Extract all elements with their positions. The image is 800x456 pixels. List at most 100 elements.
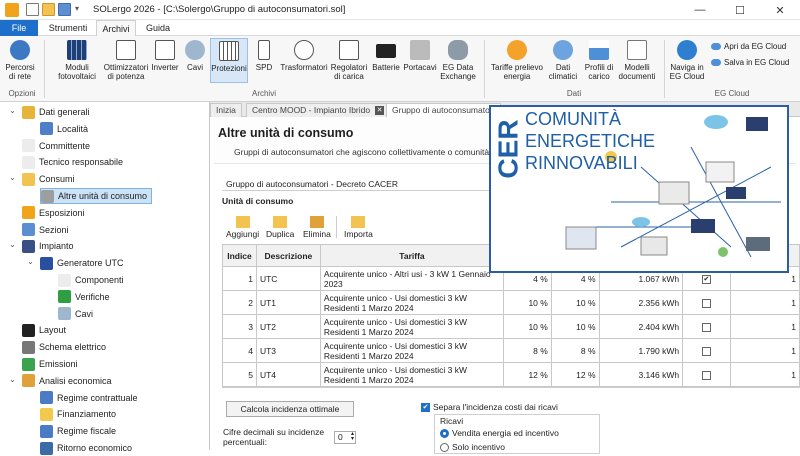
cell-i[interactable]: 2	[222, 290, 257, 315]
duplica-button[interactable]: Duplica	[266, 216, 294, 239]
cavi-button[interactable]: Cavi	[182, 40, 208, 72]
save-icon[interactable]	[58, 3, 71, 16]
tree-item-verifiche[interactable]: Verifiche	[58, 289, 110, 305]
cell-q[interactable]: 1	[729, 290, 800, 315]
batterie-button[interactable]: Batterie	[370, 40, 402, 72]
dati-climatici-button[interactable]: Dati climatici	[546, 40, 580, 81]
cell-i[interactable]: 5	[222, 362, 257, 387]
tree-item-layout[interactable]: Layout	[22, 322, 66, 338]
trasformatori-button[interactable]: Trasformatori	[278, 40, 330, 72]
radio-vendita[interactable]: Vendita energia ed incentivo	[440, 428, 559, 438]
cell-p2[interactable]: 8 %	[550, 338, 600, 363]
separa-checkbox[interactable]: ✔	[421, 402, 430, 412]
cell-t[interactable]: Acquirente unico - Usi domestici 3 kW Re…	[319, 362, 505, 387]
row-checkbox[interactable]	[701, 370, 711, 380]
protezioni-button[interactable]: Protezioni	[210, 38, 248, 83]
cell-chk[interactable]	[682, 362, 731, 387]
tab-guida[interactable]: Guida	[140, 20, 176, 36]
cell-t[interactable]: Acquirente unico - Usi domestici 3 kW Re…	[319, 338, 505, 363]
doc-tab-gruppo[interactable]: Gruppo di autoconsumatori	[386, 103, 501, 117]
cell-kwh[interactable]: 2.356 kWh	[598, 290, 684, 315]
tree-item-regime-contrattuale[interactable]: Regime contrattuale	[40, 390, 138, 406]
inverter-button[interactable]: Inverter	[150, 40, 180, 72]
tab-archivi[interactable]: Archivi	[96, 20, 136, 36]
cell-p2[interactable]: 12 %	[550, 362, 600, 387]
moduli-fotovoltaici-button[interactable]: Moduli fotovoltaici	[54, 40, 100, 81]
cell-t[interactable]: Acquirente unico - Altri usi - 3 kW 1 Ge…	[319, 266, 505, 291]
ottimizzatori-button[interactable]: Ottimizzatori di potenza	[102, 40, 150, 81]
table-row[interactable]: 4 UT3 Acquirente unico - Usi domestici 3 k…	[222, 338, 800, 363]
table-row[interactable]: 2 UT1 Acquirente unico - Usi domestici 3 k…	[222, 290, 800, 315]
open-folder-icon[interactable]	[42, 3, 55, 16]
tree-item-generatore[interactable]: Generatore UTC	[40, 255, 124, 271]
cell-p2[interactable]: 10 %	[550, 314, 600, 339]
tree-item-sezioni[interactable]: Sezioni	[22, 222, 69, 238]
quick-access-dropdown-icon[interactable]: ▾	[75, 4, 79, 13]
expand-icon[interactable]: ⌄	[8, 375, 17, 385]
cell-i[interactable]: 4	[222, 338, 257, 363]
expand-icon[interactable]: ⌄	[8, 241, 17, 250]
spd-button[interactable]: SPD	[252, 40, 276, 72]
cell-p1[interactable]: 10 %	[503, 290, 552, 315]
tree-item-analisi[interactable]: Analisi economica	[22, 373, 112, 389]
cell-q[interactable]: 1	[729, 314, 800, 339]
row-checkbox[interactable]	[701, 322, 711, 332]
tree-item-emissioni[interactable]: Emissioni	[22, 356, 78, 372]
cell-d[interactable]: UTC	[255, 266, 321, 291]
tree-item-cavi[interactable]: Cavi	[58, 306, 93, 322]
elimina-button[interactable]: Elimina	[303, 216, 331, 239]
tariffe-button[interactable]: Tariffe prelievo energia	[488, 40, 546, 81]
regolatori-button[interactable]: Regolatori di carica	[330, 40, 368, 81]
calcola-incidenza-button[interactable]: Calcola incidenza ottimale	[226, 401, 354, 417]
tree-item-altre-unita[interactable]: Altre unità di consumo	[40, 188, 153, 204]
cell-d[interactable]: UT4	[255, 362, 321, 387]
tree-item-schema[interactable]: Schema elettrico	[22, 339, 106, 355]
tree-item-impianto[interactable]: Impianto	[22, 238, 74, 254]
aggiungi-button[interactable]: Aggiungi	[226, 216, 259, 239]
tree-item-dati-generali[interactable]: Dati generali	[22, 104, 90, 120]
separa-checkbox-row[interactable]: ✔ Separa l'incidenza costi dai ricavi	[421, 402, 558, 412]
cell-i[interactable]: 1	[222, 266, 257, 291]
tree-item-localita[interactable]: Località	[40, 121, 88, 137]
cell-p1[interactable]: 10 %	[503, 314, 552, 339]
tab-file[interactable]: File	[0, 20, 38, 36]
cell-i[interactable]: 3	[222, 314, 257, 339]
radio-incentivo[interactable]: Solo incentivo	[440, 442, 505, 452]
portacavi-button[interactable]: Portacavi	[402, 40, 438, 72]
table-row[interactable]: 3 UT2 Acquirente unico - Usi domestici 3 k…	[222, 314, 800, 339]
cell-kwh[interactable]: 3.146 kWh	[598, 362, 684, 387]
decimals-stepper[interactable]: 0 ▴ ▾	[334, 431, 356, 444]
cell-q[interactable]: 1	[729, 362, 800, 387]
cell-t[interactable]: Acquirente unico - Usi domestici 3 kW Re…	[319, 314, 505, 339]
column-header-indice[interactable]: Indice	[222, 244, 257, 267]
tree-item-componenti[interactable]: Componenti	[58, 272, 124, 288]
cell-d[interactable]: UT1	[255, 290, 321, 315]
importa-button[interactable]: Importa	[344, 216, 373, 239]
profili-button[interactable]: Profili di carico	[580, 40, 618, 81]
row-checkbox[interactable]: ✔	[701, 274, 711, 284]
close-icon[interactable]: ✕	[375, 106, 385, 115]
modelli-button[interactable]: Modelli documenti	[618, 40, 656, 81]
cell-d[interactable]: UT2	[255, 314, 321, 339]
salva-eg-cloud-button[interactable]: Salva in EG Cloud	[711, 58, 789, 67]
tree-item-consumi[interactable]: Consumi	[22, 171, 75, 187]
tree-item-tecnico[interactable]: Tecnico responsabile	[22, 154, 123, 170]
tree-item-committente[interactable]: Committente	[22, 138, 90, 154]
apri-eg-cloud-button[interactable]: Apri da EG Cloud	[711, 42, 786, 51]
doc-tab-centro-mood[interactable]: Centro MOOD - Impianto Ibrido ✕	[246, 103, 388, 117]
new-file-icon[interactable]	[26, 3, 39, 16]
tree-item-regime-fiscale[interactable]: Regime fiscale	[40, 423, 116, 439]
cell-chk[interactable]	[682, 338, 731, 363]
naviga-eg-cloud-button[interactable]: Naviga in EG Cloud	[668, 40, 706, 81]
percorsi-di-rete-button[interactable]: Percorsi di rete	[4, 40, 36, 81]
doc-tab-inizia[interactable]: Inizia	[210, 103, 242, 117]
row-checkbox[interactable]	[701, 346, 711, 356]
group-selector[interactable]: Gruppo di autoconsumatori - Decreto CACE…	[222, 178, 496, 191]
table-row[interactable]: 5 UT4 Acquirente unico - Usi domestici 3 k…	[222, 362, 800, 387]
tree-item-esposizioni[interactable]: Esposizioni	[22, 205, 85, 221]
cell-chk[interactable]	[682, 290, 731, 315]
cell-kwh[interactable]: 2.404 kWh	[598, 314, 684, 339]
cell-d[interactable]: UT3	[255, 338, 321, 363]
spin-icon[interactable]: ▴ ▾	[351, 431, 354, 442]
expand-icon[interactable]: ⌄	[8, 174, 17, 183]
